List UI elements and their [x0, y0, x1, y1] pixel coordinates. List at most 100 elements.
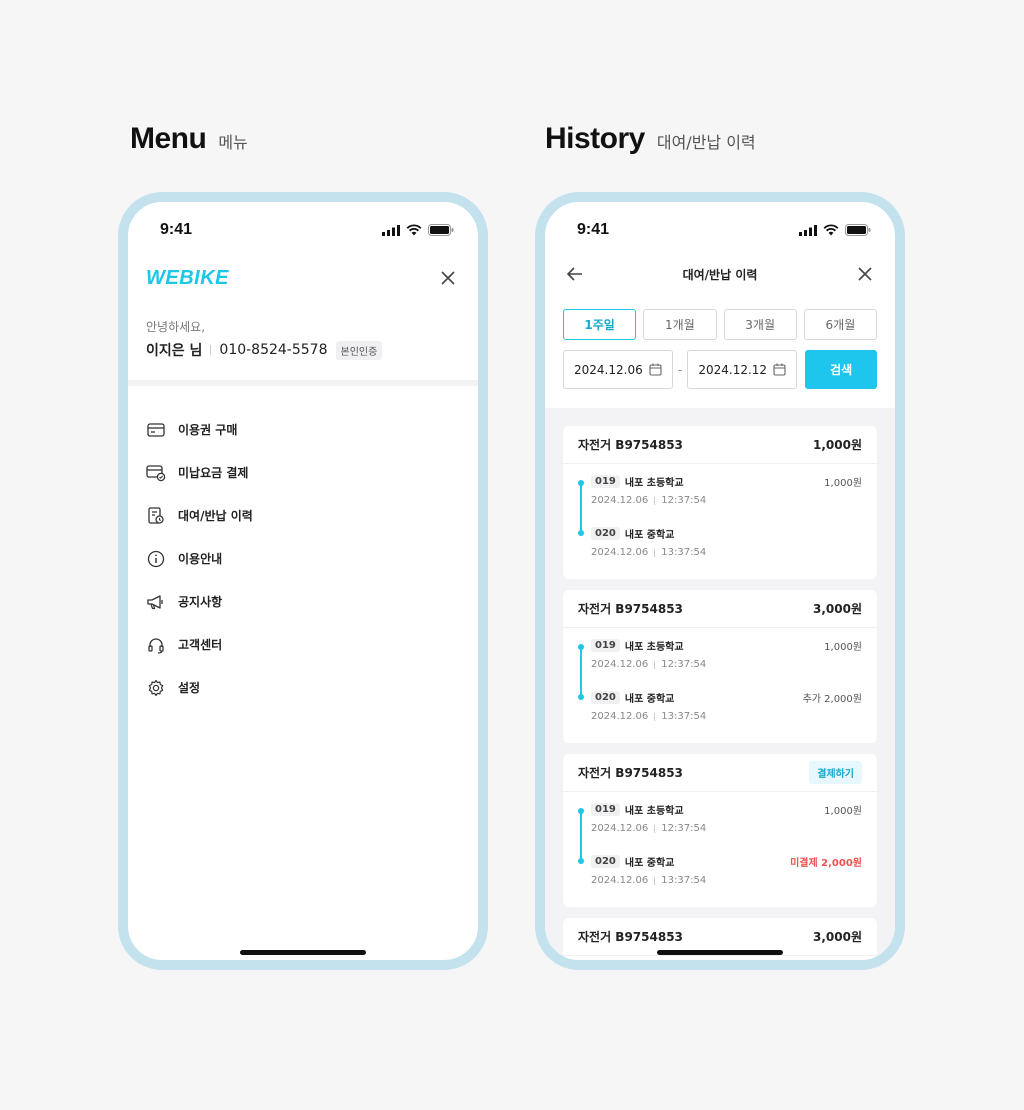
card-header: 자전거 B9754853 1,000원: [563, 426, 877, 464]
close-icon: [858, 267, 872, 281]
stop-datetime: 2024.12.06 13:37:54: [591, 547, 862, 558]
menu-item-label: 미납요금 결제: [178, 466, 249, 480]
search-button[interactable]: 검색: [805, 350, 877, 389]
back-button[interactable]: [563, 262, 587, 286]
headset-icon: [146, 635, 166, 655]
date-to-field[interactable]: 2024.12.12: [687, 350, 798, 389]
menu-item-usage-guide[interactable]: 이용안내: [146, 537, 460, 580]
card-body: 019내포 초등학교1,000원2024.12.0612:37:54020내포 …: [563, 792, 877, 906]
stop-station: 019 내포 초등학교: [591, 474, 684, 489]
stop-fee: 미결제 2,000원: [790, 858, 862, 869]
card-body: 019내포 초등학교1,000원2024.12.0612:37:54020내포 …: [563, 956, 877, 960]
history-phone-frame: 9:41 대여/반납 이력 1주일 1개월 3개월 6개월 2024.12.06 - …: [535, 192, 905, 970]
wifi-icon: [823, 224, 839, 236]
stop-time: 12:37:54: [661, 823, 707, 834]
period-button[interactable]: 3개월: [723, 309, 797, 340]
menu-item-label: 대여/반납 이력: [178, 509, 253, 523]
station-code: 019: [591, 475, 620, 488]
return-stop: 020 내포 중학교 미결제 2,000원 2024.12.06 13:37:54: [591, 854, 862, 906]
history-page-title: 대여/반납 이력: [682, 267, 758, 282]
stop-datetime: 2024.12.06 12:37:54: [591, 823, 862, 834]
return-stop: 020 내포 중학교 2024.12.06 13:37:54: [591, 526, 862, 578]
close-button[interactable]: [853, 262, 877, 286]
menu-item-label: 이용안내: [178, 552, 223, 566]
menu-item-customer-center[interactable]: 고객센터: [146, 623, 460, 666]
menu-item-unpaid-payment[interactable]: 미납요금 결제: [146, 451, 460, 494]
route-timeline: [578, 480, 584, 536]
menu-title: Menu: [130, 122, 207, 155]
close-icon: [441, 271, 455, 285]
datetime-divider: [654, 824, 656, 833]
gear-icon: [146, 678, 166, 698]
history-card[interactable]: 자전거 B9754853 3,000원 019 내포 초등학교 1,000원 2024.1…: [563, 590, 877, 743]
card-total: 3,000원: [813, 930, 862, 944]
station-code: 020: [591, 691, 620, 704]
battery-icon: [428, 224, 454, 236]
user-name: 이지은 님: [146, 343, 203, 359]
menu-list: 이용권 구매 미납요금 결제 대여/반납 이력 이용안내 공지사항 고객센터 설…: [146, 408, 460, 709]
station-code: 019: [591, 639, 620, 652]
menu-item-notice[interactable]: 공지사항: [146, 580, 460, 623]
stop-fee: 추가 2,000원: [802, 694, 862, 705]
menu-item-ticket-purchase[interactable]: 이용권 구매: [146, 408, 460, 451]
rental-stop: 019 내포 초등학교 1,000원 2024.12.06 12:37:54: [591, 638, 862, 690]
stop-datetime: 2024.12.06 12:37:54: [591, 659, 862, 670]
return-stop: 020 내포 중학교 추가 2,000원 2024.12.06 13:37:54: [591, 690, 862, 742]
stop-fee: 1,000원: [824, 806, 862, 817]
date-from-field[interactable]: 2024.12.06: [563, 350, 673, 389]
history-list: 자전거 B9754853 1,000원 019 내포 초등학교 1,000원 2024.1…: [545, 408, 895, 960]
date-range: 2024.12.06 - 2024.12.12 검색: [563, 350, 877, 389]
datetime-divider: [654, 660, 656, 669]
stop-date: 2024.12.06: [591, 875, 649, 886]
history-card[interactable]: 자전거 B9754853 결제하기 019 내포 초등학교 1,000원 2024.12.…: [563, 754, 877, 907]
datetime-divider: [654, 876, 656, 885]
bike-id: 자전거 B9754853: [578, 930, 683, 944]
pay-button[interactable]: 결제하기: [809, 761, 862, 784]
stop-time: 13:37:54: [661, 711, 707, 722]
history-card[interactable]: 자전거 B9754853 1,000원 019 내포 초등학교 1,000원 2024.1…: [563, 426, 877, 579]
megaphone-icon: [146, 592, 166, 612]
webike-logo: WEBIKE: [146, 266, 229, 289]
menu-item-rental-history[interactable]: 대여/반납 이력: [146, 494, 460, 537]
rental-stop: 019 내포 초등학교 1,000원 2024.12.06 12:37:54: [591, 802, 862, 854]
calendar-icon: [649, 363, 662, 376]
stop-time: 12:37:54: [661, 495, 707, 506]
datetime-divider: [654, 548, 656, 557]
stop-station: 020 내포 중학교: [591, 854, 674, 869]
station-code: 019: [591, 803, 620, 816]
card-total: 1,000원: [813, 438, 862, 452]
calendar-icon: [773, 363, 786, 376]
period-button[interactable]: 1주일: [563, 309, 637, 340]
period-button[interactable]: 6개월: [803, 309, 877, 340]
verify-badge[interactable]: 본인인증: [335, 340, 383, 360]
station-name: 내포 초등학교: [624, 478, 684, 489]
menu-subtitle: 메뉴: [218, 133, 248, 152]
period-button[interactable]: 1개월: [643, 309, 717, 340]
ticket-icon: [146, 420, 166, 440]
status-time: 9:41: [160, 221, 193, 238]
unpaid-card-icon: [146, 463, 166, 483]
card-total: 3,000원: [813, 602, 862, 616]
status-bar: 9:41: [160, 220, 454, 240]
card-body: 019내포 초등학교1,000원2024.12.0612:37:54020내포 …: [563, 464, 877, 578]
station-name: 내포 중학교: [624, 858, 675, 869]
status-icons: [382, 224, 454, 236]
close-button[interactable]: [436, 266, 460, 290]
station-code: 020: [591, 855, 620, 868]
info-icon: [146, 549, 166, 569]
menu-item-label: 이용권 구매: [178, 423, 238, 437]
battery-icon: [845, 224, 871, 236]
card-header: 자전거 B9754853 3,000원: [563, 590, 877, 628]
stop-time: 13:37:54: [661, 547, 707, 558]
wifi-icon: [406, 224, 422, 236]
menu-item-settings[interactable]: 설정: [146, 666, 460, 709]
rental-stop: 019 내포 초등학교 1,000원 2024.12.06 12:37:54: [591, 474, 862, 526]
greeting-text: 안녕하세요,: [146, 320, 206, 334]
stop-time: 12:37:54: [661, 659, 707, 670]
history-header: 대여/반납 이력: [563, 258, 877, 290]
stop-time: 13:37:54: [661, 875, 707, 886]
card-body: 019내포 초등학교1,000원2024.12.0612:37:54020내포 …: [563, 628, 877, 742]
stop-date: 2024.12.06: [591, 711, 649, 722]
station-name: 내포 초등학교: [624, 806, 684, 817]
station-name: 내포 초등학교: [624, 642, 684, 653]
